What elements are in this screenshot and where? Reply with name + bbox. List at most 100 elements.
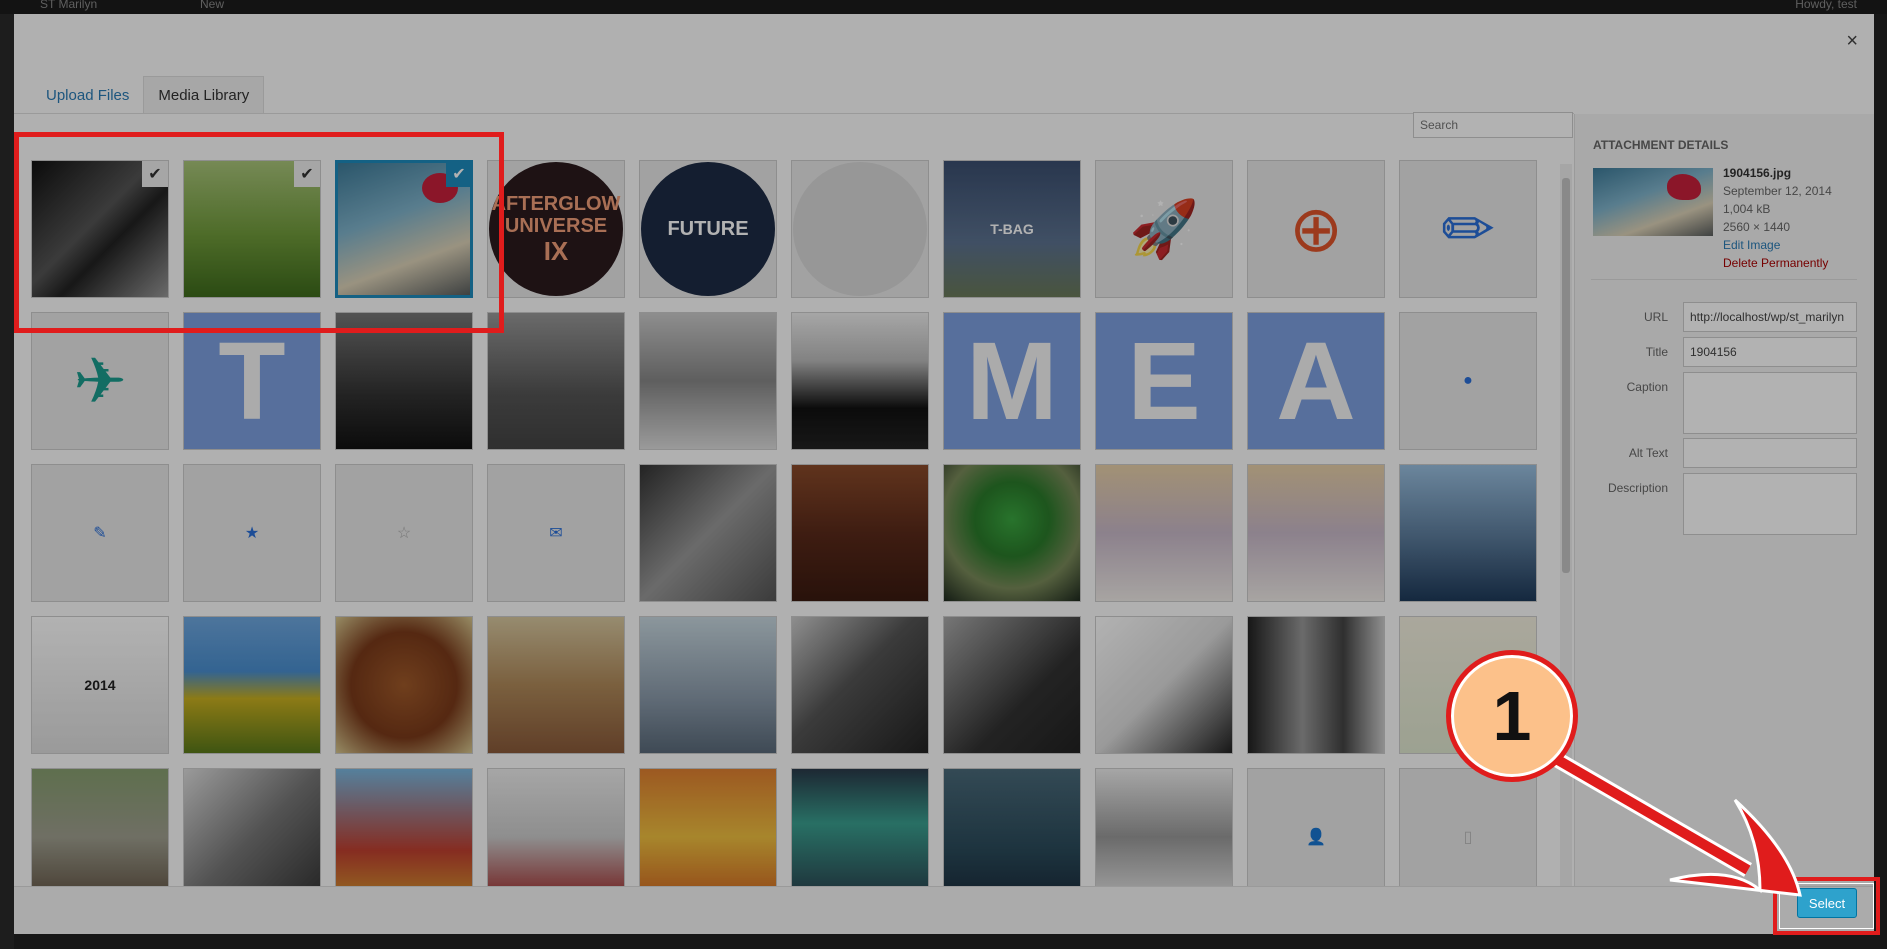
attachment-tile[interactable]: ▯ [1399,768,1537,887]
attachment-tile[interactable] [335,312,473,450]
attachment-tile[interactable] [639,312,777,450]
attachment-tile[interactable]: M [943,312,1081,450]
attachment-thumbnail [792,465,928,601]
attachment-tile[interactable]: ★ [183,464,321,602]
media-modal: × Upload Files Media Library ✔ ✔ ✔ AFTERGLO… [14,14,1874,934]
attachment-tile[interactable] [791,464,929,602]
attachment-tile[interactable] [639,464,777,602]
alt-text-field[interactable] [1683,438,1857,468]
attachment-thumbnail: FUTURE [640,161,776,297]
modal-tabs: Upload Files Media Library [32,66,265,114]
attachment-tile[interactable] [943,464,1081,602]
attachment-tile[interactable] [487,768,625,887]
attachment-tile[interactable] [639,768,777,887]
attachment-tile[interactable]: ✈ [31,312,169,450]
letter-tile-m: M [944,313,1080,449]
attachment-thumbnail [336,617,472,753]
description-field[interactable] [1683,473,1857,535]
description-label: Description [1607,481,1668,495]
attachment-tile[interactable]: 2014 [31,616,169,754]
site-name[interactable]: ST Marilyn [40,0,97,11]
attachment-tile[interactable]: ✎ [31,464,169,602]
attachment-tile[interactable]: A [1247,312,1385,450]
step-number-callout: 1 [1446,650,1578,782]
new-menu[interactable]: New [200,0,224,11]
attachment-tile[interactable] [1399,464,1537,602]
attachment-thumbnail [792,617,928,753]
file-type-icon: ✏ [1441,192,1495,265]
file-type-icon: ✈ [73,344,127,417]
attachment-tile[interactable]: ⊕ [1247,160,1385,298]
url-field[interactable] [1683,302,1857,332]
attachment-tile[interactable]: AFTERGLOW UNIVERSE IX [487,160,625,298]
attachment-thumbnail [32,769,168,887]
tab-media-library[interactable]: Media Library [143,76,265,114]
attachment-thumbnail [640,313,776,449]
attachment-tile[interactable]: ✔ [335,160,473,298]
grid-scrollbar[interactable] [1560,164,1572,889]
attachment-tile[interactable] [791,160,929,298]
attachment-tile[interactable]: 🚀 [1095,160,1233,298]
attachment-thumbnail [184,769,320,887]
attachment-tile[interactable] [1095,616,1233,754]
checkmark-icon[interactable]: ✔ [142,161,168,187]
attachment-tile[interactable]: FUTURE [639,160,777,298]
checkmark-icon[interactable]: ✔ [446,163,470,187]
attachment-thumbnail [944,769,1080,887]
howdy-label[interactable]: Howdy, test [1795,0,1857,11]
admin-sidebar [0,14,14,949]
url-label: URL [1643,310,1668,324]
select-button[interactable]: Select [1797,888,1857,918]
attachment-tile[interactable] [639,616,777,754]
attachment-tile[interactable]: ✔ [31,160,169,298]
attachment-tile[interactable] [335,768,473,887]
attachment-tile[interactable] [791,616,929,754]
attachment-tile[interactable]: ✔ [183,160,321,298]
attachment-tile[interactable] [943,768,1081,887]
delete-permanently-link[interactable]: Delete Permanently [1723,256,1828,270]
scrollbar-thumb[interactable] [1562,178,1570,573]
attachment-tile[interactable]: ✉ [487,464,625,602]
search-input[interactable] [1413,112,1573,138]
checkmark-icon[interactable]: ✔ [294,161,320,187]
attachment-tile[interactable]: ✏ [1399,160,1537,298]
attachment-tile[interactable] [1247,464,1385,602]
attachment-tile[interactable] [791,312,929,450]
cover-subtitle: IX [543,235,569,266]
album-cover-thumbnail: AFTERGLOW UNIVERSE IX [489,162,623,296]
attachment-tile[interactable]: ● [1399,312,1537,450]
cover-title: AFTERGLOW UNIVERSE [491,192,621,237]
caption-label: Caption [1626,380,1668,394]
attachment-tile[interactable] [183,768,321,887]
attachment-tile[interactable]: E [1095,312,1233,450]
attachment-tile[interactable] [487,616,625,754]
attachment-thumbnail: AFTERGLOW UNIVERSE IX [488,161,624,297]
attachment-tile[interactable] [31,768,169,887]
attachment-tile[interactable] [1095,768,1233,887]
attachment-tile[interactable] [1095,464,1233,602]
attachment-tile[interactable]: 👤 [1247,768,1385,887]
attachment-tile[interactable] [487,312,625,450]
attachment-tile[interactable] [791,768,929,887]
modal-footer [14,886,1874,934]
attachment-tile[interactable] [1247,616,1385,754]
close-icon[interactable]: × [1846,30,1858,53]
edit-image-link[interactable]: Edit Image [1723,238,1780,252]
file-type-icon: 🚀 [1129,197,1199,260]
attachment-thumbnail [1096,769,1232,887]
attachment-tile[interactable]: T [183,312,321,450]
tab-upload-files[interactable]: Upload Files [32,77,143,114]
attachment-tile[interactable] [943,616,1081,754]
attachment-tile[interactable] [183,616,321,754]
file-type-icon: ✉ [549,525,563,542]
divider [1591,279,1857,280]
attachment-thumbnail [944,465,1080,601]
title-field[interactable] [1683,337,1857,367]
caption-field[interactable] [1683,372,1857,434]
attachment-thumbnail [1096,465,1232,601]
attachment-tile[interactable] [335,616,473,754]
attachment-tile[interactable]: ☆ [335,464,473,602]
album-cover-thumbnail: FUTURE [641,162,775,296]
attachment-tile[interactable]: T-BAG [943,160,1081,298]
file-type-icon: ✎ [93,525,107,542]
